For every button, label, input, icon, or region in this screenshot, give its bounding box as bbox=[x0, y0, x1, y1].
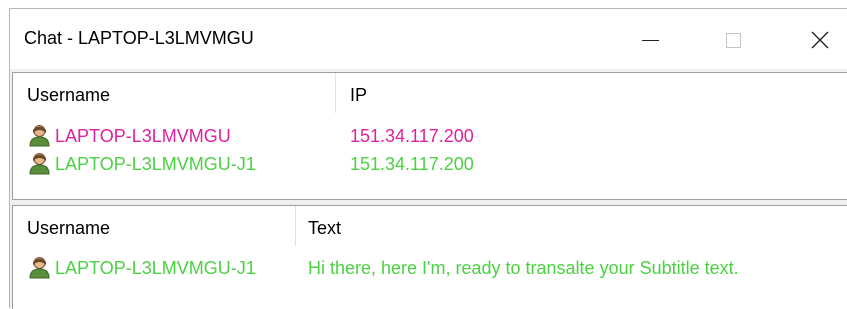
user-icon bbox=[29, 125, 50, 147]
user-icon bbox=[29, 153, 50, 175]
close-button[interactable] bbox=[797, 17, 843, 63]
window-title: Chat - LAPTOP-L3LMVMGU bbox=[24, 28, 254, 48]
column-divider[interactable] bbox=[335, 73, 336, 113]
user-name: LAPTOP-L3LMVMGU bbox=[55, 126, 231, 146]
user-row[interactable]: LAPTOP-L3LMVMGU 151.34.117.200 bbox=[28, 123, 847, 149]
close-icon bbox=[811, 31, 829, 49]
column-header-username[interactable]: Username bbox=[27, 85, 110, 106]
minimize-button[interactable] bbox=[627, 17, 673, 63]
title-bar[interactable]: Chat - LAPTOP-L3LMVMGU bbox=[10, 9, 847, 69]
message-row[interactable]: LAPTOP-L3LMVMGU-J1 Hi there, here I'm, r… bbox=[28, 255, 847, 281]
chat-window: Chat - LAPTOP-L3LMVMGU Username IP LAPTO… bbox=[9, 8, 847, 309]
user-row[interactable]: LAPTOP-L3LMVMGU-J1 151.34.117.200 bbox=[28, 151, 847, 177]
column-divider[interactable] bbox=[295, 206, 296, 246]
user-ip: 151.34.117.200 bbox=[350, 126, 474, 146]
column-header-username[interactable]: Username bbox=[27, 218, 110, 239]
maximize-icon bbox=[725, 32, 741, 48]
minimize-icon bbox=[641, 39, 659, 41]
users-list[interactable]: Username IP LAPTOP-L3LMVMGU 151.34.117.2… bbox=[12, 72, 847, 200]
messages-list[interactable]: Username Text LAPTOP-L3LMVMGU-J1 Hi ther… bbox=[12, 205, 847, 309]
message-text: Hi there, here I'm, ready to transalte y… bbox=[308, 258, 739, 278]
user-icon bbox=[29, 257, 50, 279]
user-ip: 151.34.117.200 bbox=[350, 154, 474, 174]
column-header-text[interactable]: Text bbox=[308, 218, 341, 239]
column-header-ip[interactable]: IP bbox=[350, 85, 367, 106]
message-username: LAPTOP-L3LMVMGU-J1 bbox=[55, 258, 256, 278]
user-name: LAPTOP-L3LMVMGU-J1 bbox=[55, 154, 256, 174]
maximize-button[interactable] bbox=[710, 17, 756, 63]
